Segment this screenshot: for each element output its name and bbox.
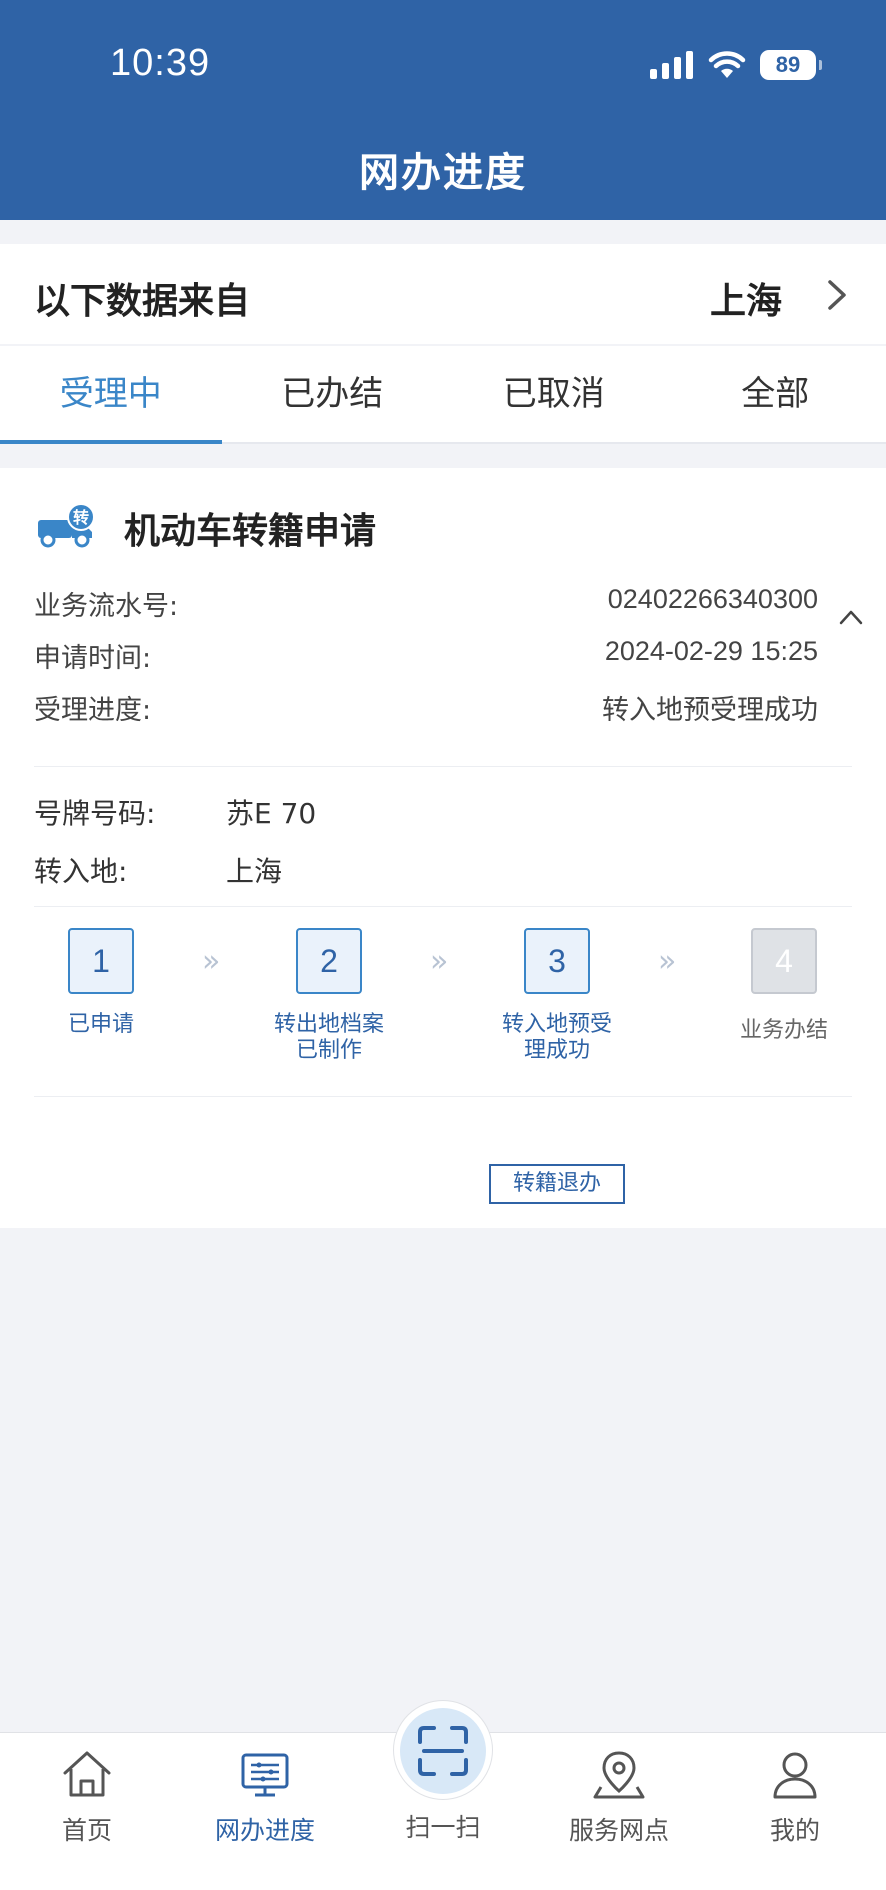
scan-icon[interactable]: [414, 1722, 472, 1780]
step-label: 转出地档案已制作: [273, 1012, 384, 1063]
truck-badge-text: 转: [73, 508, 89, 527]
data-source-label: 以下数据来自: [34, 281, 251, 322]
nav-label: 首页: [61, 1816, 112, 1845]
collapse-chevron-icon[interactable]: [838, 608, 864, 626]
nav-label: 网办进度: [214, 1816, 315, 1845]
progress-step-4: 4 业务办结: [704, 928, 864, 1044]
apply-time-value: 2024-02-29 15:25: [604, 636, 818, 666]
destination-value: 上海: [226, 855, 283, 888]
wifi-icon: [708, 51, 746, 78]
home-icon: [63, 1751, 111, 1797]
step-label: 已申请: [67, 1012, 134, 1037]
status-tabs: 受理中 已办结 已取消 全部: [0, 346, 886, 444]
status-icons: 89: [650, 50, 822, 80]
progress-step-1: 1 已申请: [21, 928, 181, 1038]
page-title: 网办进度: [359, 150, 527, 196]
tab-cancelled[interactable]: 已取消: [443, 346, 665, 442]
battery-icon: 89: [760, 50, 822, 80]
nav-service-points[interactable]: 服务网点: [539, 1733, 699, 1847]
card-divider: [34, 906, 852, 907]
nav-progress[interactable]: 网办进度: [185, 1733, 345, 1847]
data-source-city: 上海: [709, 281, 782, 322]
serial-number-value: 02402266340300: [607, 584, 818, 614]
nav-scan-label[interactable]: 扫一扫: [363, 1808, 523, 1844]
map-pin-icon: [593, 1751, 645, 1799]
nav-mine[interactable]: 我的: [715, 1733, 875, 1847]
application-card: [0, 468, 886, 1228]
plate-number-value: 苏E 70: [226, 797, 317, 830]
chevron-right-icon: [828, 280, 846, 310]
transfer-cancel-button[interactable]: 转籍退办: [489, 1164, 625, 1204]
apply-time-label: 申请时间:: [34, 643, 152, 674]
nav-label: 服务网点: [568, 1816, 669, 1845]
tab-processing[interactable]: 受理中: [0, 346, 222, 444]
tab-completed[interactable]: 已办结: [222, 346, 444, 442]
nav-home[interactable]: 首页: [7, 1733, 167, 1847]
progress-label: 受理进度:: [34, 695, 152, 726]
status-time: 10:39: [110, 42, 211, 84]
step-number: 3: [524, 928, 590, 994]
card-divider: [34, 766, 852, 767]
plate-number-label: 号牌号码:: [34, 797, 156, 830]
progress-step-2: 2 转出地档案已制作: [249, 928, 409, 1064]
user-icon: [773, 1752, 817, 1799]
signal-icon: [650, 51, 693, 79]
progress-step-3: 3 转入地预受理成功: [477, 928, 637, 1064]
monitor-icon: [241, 1753, 289, 1797]
step-number: 4: [751, 928, 817, 994]
truck-transfer-icon: 转: [38, 504, 95, 548]
step-number: 2: [296, 928, 362, 994]
destination-label: 转入地:: [34, 855, 128, 888]
tab-all[interactable]: 全部: [665, 346, 886, 442]
step-label: 转入地预受理成功: [501, 1012, 612, 1063]
card-divider: [34, 1096, 852, 1097]
app-header: 10:39 89 网办进度: [0, 0, 886, 220]
nav-label: 我的: [769, 1816, 820, 1845]
data-source-row[interactable]: 以下数据来自 上海: [0, 244, 886, 344]
step-label: 业务办结: [739, 1018, 828, 1043]
step-separator: »: [430, 944, 449, 979]
card-title: 机动车转籍申请: [124, 511, 377, 552]
step-number: 1: [68, 928, 134, 994]
step-separator: »: [658, 944, 677, 979]
progress-value: 转入地预受理成功: [602, 695, 818, 725]
step-separator: »: [202, 944, 221, 979]
serial-number-label: 业务流水号:: [34, 591, 179, 622]
